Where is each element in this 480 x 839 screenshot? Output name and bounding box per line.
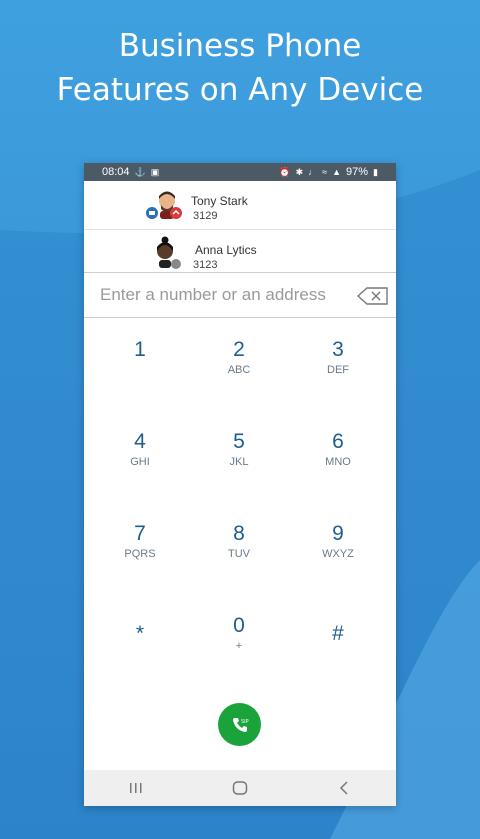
battery-icon: ▮	[373, 166, 378, 177]
number-input[interactable]	[98, 284, 352, 306]
battery-percent: 97%	[346, 166, 369, 178]
home-button[interactable]	[220, 773, 260, 803]
contact-name: Tony Stark	[191, 194, 248, 208]
key-1[interactable]: 1	[95, 338, 185, 398]
number-input-row	[84, 272, 396, 318]
contact-list: Tony Stark 3129 Anna Lytics 3123	[84, 181, 396, 279]
key-digit: 3	[332, 338, 344, 361]
end-call-icon[interactable]	[170, 207, 182, 219]
key-digit: 2	[233, 338, 245, 361]
contact-row[interactable]: Tony Stark 3129	[84, 181, 396, 230]
key-8[interactable]: 8 TUV	[194, 522, 284, 582]
key-4[interactable]: 4 GHI	[95, 430, 185, 490]
contact-name: Anna Lytics	[195, 243, 257, 257]
key-digit: 4	[134, 430, 146, 453]
signal-icon: ▲	[332, 166, 342, 177]
image-icon: ▣	[150, 166, 160, 177]
usb-icon: ⚓	[134, 166, 146, 177]
key-3[interactable]: 3 DEF	[293, 338, 383, 398]
back-icon	[339, 781, 348, 795]
key-letters: WXYZ	[322, 548, 354, 560]
key-9[interactable]: 9 WXYZ	[293, 522, 383, 582]
back-button[interactable]	[324, 773, 364, 803]
key-letters: +	[235, 640, 243, 652]
key-7[interactable]: 7 PQRS	[95, 522, 185, 582]
key-6[interactable]: 6 MNO	[293, 430, 383, 490]
key-letters: ABC	[227, 364, 251, 376]
key-digit: 5	[233, 430, 245, 453]
backspace-icon[interactable]	[357, 287, 389, 305]
video-call-icon[interactable]	[146, 207, 158, 219]
avatar	[157, 236, 181, 269]
key-letters: DEF	[327, 364, 349, 376]
svg-text:SIP: SIP	[241, 719, 249, 725]
key-digit: 6	[332, 430, 344, 453]
key-letters: PQRS	[124, 548, 156, 560]
alarm-icon: ⏰	[279, 166, 291, 177]
key-hash[interactable]: #	[293, 614, 383, 674]
key-digit: 0	[233, 614, 245, 637]
key-letters: JKL	[229, 456, 249, 468]
key-digit: 8	[233, 522, 245, 545]
bluetooth-icon: ✱	[295, 166, 304, 177]
key-digit: 7	[134, 522, 146, 545]
key-digit: *	[135, 622, 145, 645]
mute-icon: ♩	[308, 166, 318, 177]
key-letters: GHI	[130, 456, 150, 468]
key-star[interactable]: *	[95, 614, 185, 674]
key-digit: 9	[332, 522, 344, 545]
key-digit: #	[332, 622, 344, 645]
key-digit: 1	[134, 338, 146, 361]
headline: Business Phone Features on Any Device	[0, 24, 480, 112]
key-0[interactable]: 0 +	[194, 614, 284, 674]
key-letters: TUV	[228, 548, 250, 560]
wifi-icon: ≈	[322, 166, 328, 177]
recents-button[interactable]	[116, 773, 156, 803]
status-bar: 08:04 ⚓ ▣ ⏰ ✱ ♩ ≈ ▲ 97% ▮	[84, 163, 396, 181]
contact-number: 3129	[193, 210, 218, 222]
call-button[interactable]: SIP	[218, 703, 261, 746]
recents-icon	[130, 783, 142, 793]
status-time: 08:04	[102, 166, 130, 178]
home-icon	[232, 781, 248, 795]
android-nav-bar	[84, 770, 396, 806]
contact-number: 3123	[193, 259, 218, 271]
key-2[interactable]: 2 ABC	[194, 338, 284, 398]
headline-line-1: Business Phone	[118, 28, 362, 64]
key-letters: MNO	[325, 456, 351, 468]
phone-screen: 08:04 ⚓ ▣ ⏰ ✱ ♩ ≈ ▲ 97% ▮ Tony Stark 312…	[84, 163, 396, 806]
phone-sip-icon: SIP	[232, 717, 249, 732]
key-5[interactable]: 5 JKL	[194, 430, 284, 490]
headline-line-2: Features on Any Device	[56, 72, 424, 108]
